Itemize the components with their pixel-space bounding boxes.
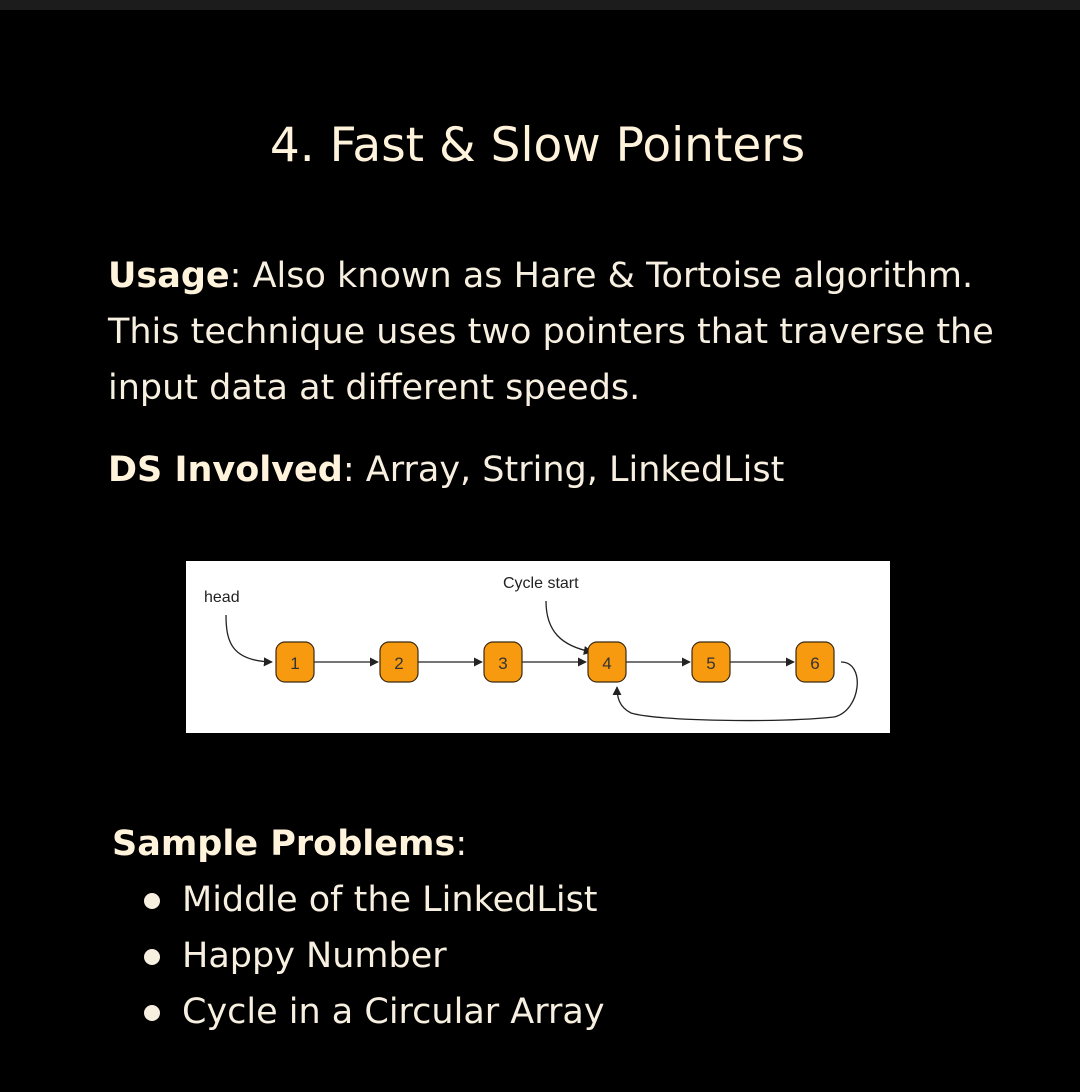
- head-arrow: [225, 614, 273, 667]
- usage-label: Usage: [108, 256, 230, 296]
- usage-paragraph: Usage: Also known as Hare & Tortoise alg…: [108, 248, 1008, 416]
- linked-list-diagram: head Cycle start 1 2 3 4 5 6: [186, 561, 890, 733]
- list-node: 3: [483, 641, 523, 683]
- cycle-start-label: Cycle start: [503, 575, 579, 592]
- linked-list-svg: head Cycle start 1 2 3 4 5 6: [204, 575, 858, 722]
- list-item: Cycle in a Circular Array: [140, 984, 605, 1040]
- ds-involved: DS Involved: Array, String, LinkedList: [108, 442, 1008, 498]
- sample-colon: :: [455, 824, 468, 864]
- sample-problems-list: Middle of the LinkedList Happy Number Cy…: [140, 872, 605, 1040]
- head-label: head: [204, 589, 240, 606]
- usage-text: : Also known as Hare & Tortoise algorith…: [108, 256, 994, 408]
- node-label: 5: [706, 654, 715, 673]
- list-node: 5: [691, 641, 731, 683]
- list-item: Middle of the LinkedList: [140, 872, 605, 928]
- problem-text: Cycle in a Circular Array: [182, 992, 605, 1032]
- ds-label: DS Involved: [108, 450, 343, 490]
- list-node: 6: [795, 641, 835, 683]
- sample-label: Sample Problems: [112, 824, 456, 864]
- problem-text: Happy Number: [182, 936, 447, 976]
- list-node: 1: [275, 641, 315, 683]
- top-strip: [0, 0, 1080, 10]
- bullet-icon: [144, 1005, 160, 1021]
- cycle-start-arrow: [545, 600, 593, 655]
- list-item: Happy Number: [140, 928, 605, 984]
- node-label: 4: [602, 654, 611, 673]
- bullet-icon: [144, 893, 160, 909]
- list-node: 4: [587, 641, 627, 683]
- page-title: 4. Fast & Slow Pointers: [269, 118, 806, 173]
- problem-text: Middle of the LinkedList: [182, 880, 598, 920]
- sample-problems-heading: Sample Problems:: [112, 816, 467, 872]
- node-label: 1: [290, 654, 299, 673]
- node-label: 6: [810, 654, 819, 673]
- node-label: 2: [394, 654, 403, 673]
- node-label: 3: [498, 654, 507, 673]
- list-node: 2: [379, 641, 419, 683]
- bullet-icon: [144, 949, 160, 965]
- ds-text: : Array, String, LinkedList: [342, 450, 785, 490]
